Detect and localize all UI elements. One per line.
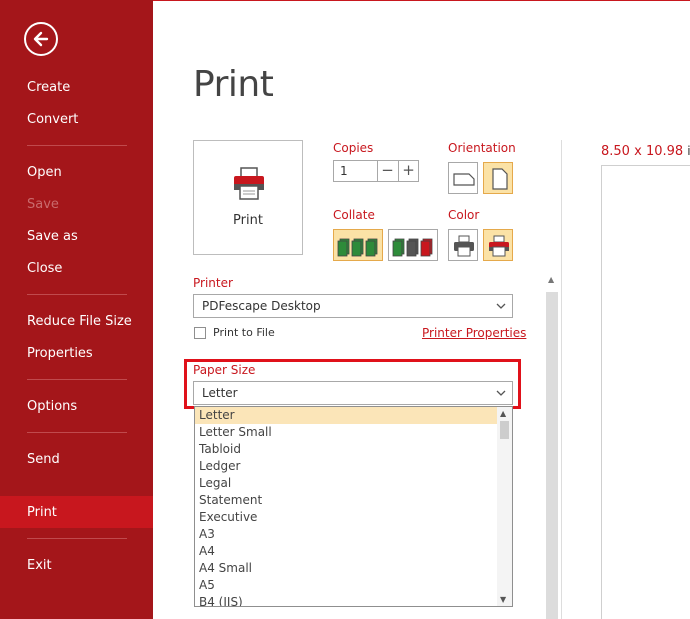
print-to-file-label: Print to File [213, 326, 275, 339]
dropdown-option-b4-jis[interactable]: B4 (JIS) [195, 594, 498, 606]
printer-properties-link[interactable]: Printer Properties [422, 326, 526, 340]
sidebar-divider [27, 432, 127, 433]
sidebar-divider [27, 294, 127, 295]
sidebar-item-exit[interactable]: Exit [27, 558, 52, 574]
copies-increment-button[interactable]: + [398, 161, 418, 181]
dropdown-option-tabloid[interactable]: Tabloid [195, 441, 498, 458]
sidebar-item-print[interactable]: Print [27, 505, 57, 521]
collated-button[interactable] [333, 229, 383, 261]
dropdown-option-a5[interactable]: A5 [195, 577, 498, 594]
sidebar-item-reduce-file-size[interactable]: Reduce File Size [27, 314, 132, 330]
chevron-down-icon [496, 303, 506, 309]
sidebar-item-close[interactable]: Close [27, 261, 62, 277]
landscape-button[interactable] [448, 162, 478, 194]
printer-select-value: PDFescape Desktop [202, 299, 321, 313]
color-printer-icon [489, 235, 509, 257]
main-scroll-thumb[interactable] [546, 292, 558, 619]
print-to-file-checkbox[interactable] [194, 327, 206, 339]
top-border [153, 0, 690, 1]
page-width: 8.50 [601, 144, 630, 159]
collated-icon [337, 238, 378, 257]
uncollated-icon [392, 238, 433, 257]
printer-icon [234, 167, 264, 200]
copies-input[interactable]: 1 [340, 164, 348, 178]
preview-divider [561, 140, 562, 619]
grayscale-printer-icon [454, 235, 474, 257]
dropdown-option-a3[interactable]: A3 [195, 526, 498, 543]
dropdown-option-a4-small[interactable]: A4 Small [195, 560, 498, 577]
sidebar-divider [27, 379, 127, 380]
dropdown-option-a4[interactable]: A4 [195, 543, 498, 560]
sidebar-item-create[interactable]: Create [27, 80, 70, 96]
print-button[interactable]: Print [193, 140, 303, 255]
dropdown-option-statement[interactable]: Statement [195, 492, 498, 509]
dropdown-scrollbar[interactable]: ▲ ▼ [497, 407, 512, 606]
sidebar-item-save-as[interactable]: Save as [27, 229, 78, 245]
dropdown-option-letter-small[interactable]: Letter Small [195, 424, 498, 441]
sidebar: Create Convert Open Save Save as Close R… [0, 0, 153, 619]
copies-label: Copies [333, 141, 374, 155]
sidebar-item-options[interactable]: Options [27, 399, 77, 415]
print-preview-page [601, 165, 690, 619]
landscape-page-icon [453, 173, 475, 186]
sidebar-item-convert[interactable]: Convert [27, 112, 78, 128]
printer-select[interactable]: PDFescape Desktop [193, 294, 513, 318]
sidebar-divider [27, 145, 127, 146]
page-height: 10.98 [645, 144, 684, 159]
collate-label: Collate [333, 208, 375, 222]
scroll-up-icon[interactable]: ▲ [500, 409, 506, 418]
sidebar-divider [27, 538, 127, 539]
arrow-left-icon [33, 31, 49, 47]
dropdown-option-executive[interactable]: Executive [195, 509, 498, 526]
dropdown-option-letter[interactable]: Letter [195, 407, 498, 424]
scroll-up-icon[interactable]: ▲ [548, 275, 554, 284]
sidebar-item-send[interactable]: Send [27, 452, 60, 468]
grayscale-button[interactable] [448, 229, 478, 261]
paper-size-dropdown-list[interactable]: Letter Letter Small Tabloid Ledger Legal… [194, 406, 513, 607]
dropdown-option-legal[interactable]: Legal [195, 475, 498, 492]
dropdown-scroll-thumb[interactable] [500, 421, 509, 439]
back-button[interactable] [24, 22, 58, 56]
print-button-label: Print [233, 213, 263, 228]
color-label: Color [448, 208, 480, 222]
page-title: Print [193, 64, 274, 105]
printer-label: Printer [193, 276, 233, 290]
main-scrollbar[interactable]: ▲ [546, 272, 558, 619]
scroll-down-icon[interactable]: ▼ [500, 595, 506, 604]
paper-size-highlight [184, 359, 521, 409]
page-dimensions: 8.50 x 10.98 in [601, 144, 690, 159]
uncollated-button[interactable] [388, 229, 438, 261]
copies-stepper[interactable]: 1 − + [333, 160, 419, 182]
dropdown-option-ledger[interactable]: Ledger [195, 458, 498, 475]
sidebar-item-open[interactable]: Open [27, 165, 62, 181]
sidebar-item-properties[interactable]: Properties [27, 346, 93, 362]
sidebar-item-save: Save [27, 197, 59, 212]
orientation-label: Orientation [448, 141, 516, 155]
copies-decrement-button[interactable]: − [377, 161, 397, 181]
portrait-button[interactable] [483, 162, 513, 194]
dimension-separator: x [634, 144, 642, 159]
color-print-button[interactable] [483, 229, 513, 261]
portrait-page-icon [492, 168, 508, 190]
sidebar-item-print-active[interactable] [0, 496, 153, 528]
